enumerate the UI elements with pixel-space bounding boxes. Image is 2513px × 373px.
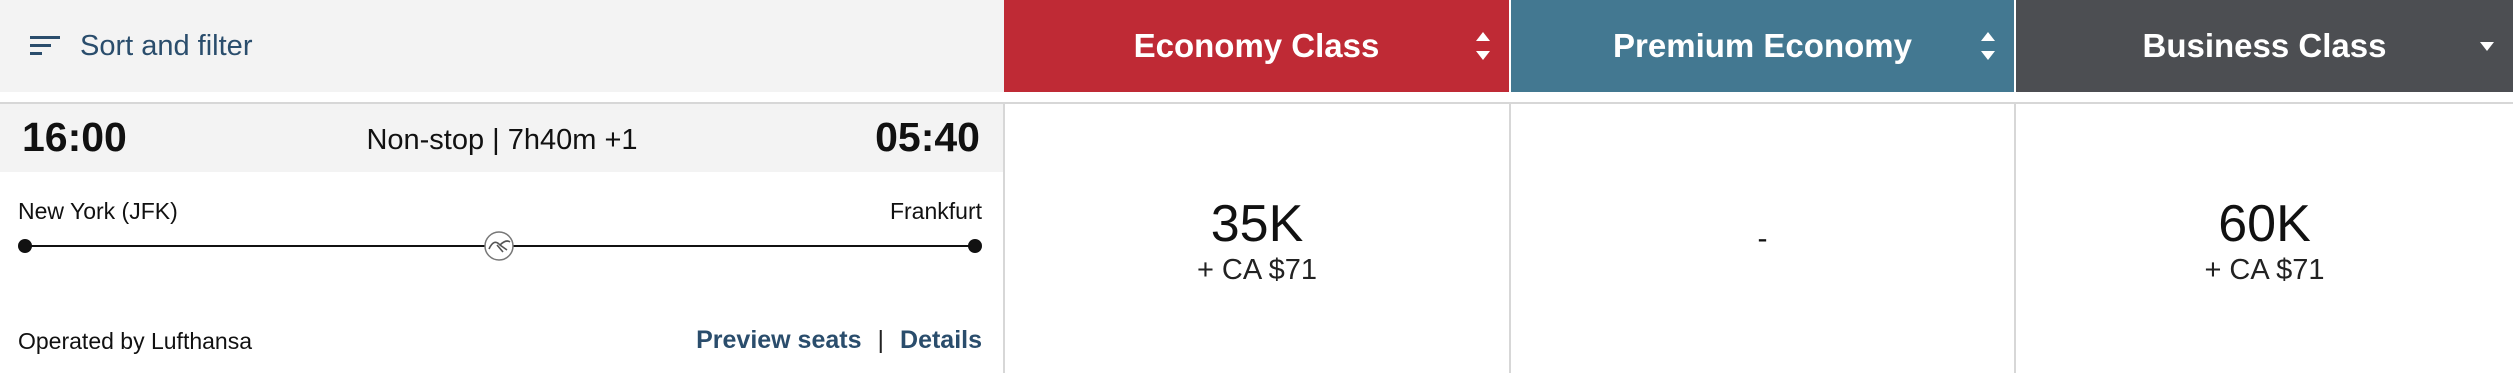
links-separator: | xyxy=(877,326,885,354)
economy-cash: + CA $71 xyxy=(1196,254,1318,286)
destination-dot xyxy=(968,239,982,253)
operator-text: Operated by Lufthansa xyxy=(18,328,252,354)
economy-class-header[interactable]: Economy Class xyxy=(1004,0,1509,92)
destination-city: Frankfurt xyxy=(889,198,982,224)
business-cash: + CA $71 xyxy=(2204,254,2325,286)
details-link[interactable]: Details xyxy=(900,326,982,355)
premium-economy-price-cell: - xyxy=(1511,104,2014,373)
business-class-label: Business Class xyxy=(2142,27,2387,64)
flight-duration: Non-stop | 7h40m +1 xyxy=(366,124,638,156)
flight-info: 16:00 Non-stop | 7h40m +1 05:40 New York… xyxy=(0,104,1004,373)
preview-seats-link[interactable]: Preview seats xyxy=(696,326,861,355)
flight-links: Preview seats | Details xyxy=(696,326,982,355)
sort-filter-icon xyxy=(30,33,62,59)
economy-price-cell[interactable]: 35K + CA $71 xyxy=(1005,104,1509,373)
premium-economy-label: Premium Economy xyxy=(1613,27,1912,64)
sort-and-filter-label: Sort and filter xyxy=(80,29,253,62)
premium-economy-unavailable: - xyxy=(1757,222,1768,255)
origin-city: New York (JFK) xyxy=(18,198,178,224)
sort-arrows-icon xyxy=(1980,28,1996,64)
premium-economy-header[interactable]: Premium Economy xyxy=(1511,0,2014,92)
dropdown-arrow-icon xyxy=(2479,28,2495,64)
sort-arrows-icon xyxy=(1475,28,1491,64)
economy-class-label: Economy Class xyxy=(1133,27,1380,64)
economy-points: 35K xyxy=(1210,195,1304,253)
business-class-header[interactable]: Business Class xyxy=(2016,0,2513,92)
sort-and-filter-button[interactable]: Sort and filter xyxy=(0,0,1004,92)
business-points: 60K xyxy=(2218,195,2311,253)
arrival-time: 05:40 xyxy=(875,114,980,160)
route-line xyxy=(18,231,982,261)
flight-time-bar: 16:00 Non-stop | 7h40m +1 05:40 xyxy=(0,104,1004,172)
cabin-header: Sort and filter Economy Class Premium Ec… xyxy=(0,0,2513,92)
business-price-cell[interactable]: 60K + CA $71 xyxy=(2016,104,2513,373)
origin-dot xyxy=(18,239,32,253)
lufthansa-crane-icon xyxy=(484,231,514,261)
